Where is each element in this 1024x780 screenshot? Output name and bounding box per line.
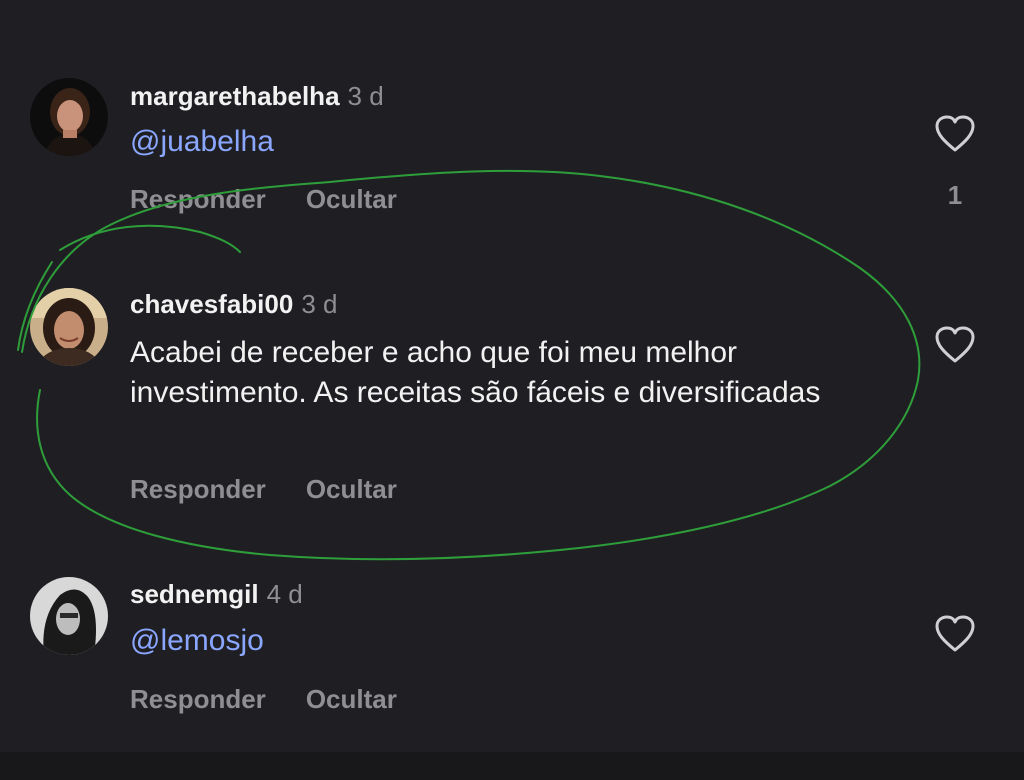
comment-actions: Responder Ocultar bbox=[130, 683, 397, 715]
profile-photo-icon bbox=[30, 288, 108, 366]
hide-button[interactable]: Ocultar bbox=[306, 184, 397, 214]
heart-icon[interactable] bbox=[934, 325, 976, 365]
username[interactable]: margarethabelha bbox=[130, 81, 340, 111]
comment-meta: chavesfabi00 3 d bbox=[130, 288, 337, 320]
previous-comment-remnant bbox=[140, 0, 180, 4]
timestamp: 3 d bbox=[301, 289, 338, 319]
comment-text[interactable]: @juabelha bbox=[130, 122, 890, 162]
reply-button[interactable]: Responder bbox=[130, 474, 266, 504]
profile-photo-icon bbox=[30, 577, 108, 655]
reply-button[interactable]: Responder bbox=[130, 184, 266, 214]
comment-actions: Responder Ocultar bbox=[130, 473, 397, 505]
heart-icon[interactable] bbox=[934, 614, 976, 654]
comment-text[interactable]: Acabei de receber e acho que foi meu mel… bbox=[130, 333, 870, 413]
hide-button[interactable]: Ocultar bbox=[306, 684, 397, 714]
comment-meta: margarethabelha 3 d bbox=[130, 80, 384, 112]
bottom-bar bbox=[0, 752, 1024, 780]
hide-button[interactable]: Ocultar bbox=[306, 474, 397, 504]
timestamp: 4 d bbox=[266, 579, 303, 609]
like-count[interactable]: 1 bbox=[944, 180, 966, 211]
username[interactable]: sednemgil bbox=[130, 579, 259, 609]
avatar[interactable] bbox=[30, 78, 108, 156]
reply-button[interactable]: Responder bbox=[130, 684, 266, 714]
avatar[interactable] bbox=[30, 288, 108, 366]
comment-meta: sednemgil 4 d bbox=[130, 578, 303, 610]
comment-text[interactable]: @lemosjo bbox=[130, 621, 890, 661]
profile-photo-icon bbox=[30, 78, 108, 156]
comment-actions: Responder Ocultar bbox=[130, 183, 397, 215]
heart-icon[interactable] bbox=[934, 114, 976, 154]
avatar[interactable] bbox=[30, 577, 108, 655]
username[interactable]: chavesfabi00 bbox=[130, 289, 293, 319]
timestamp: 3 d bbox=[347, 81, 384, 111]
